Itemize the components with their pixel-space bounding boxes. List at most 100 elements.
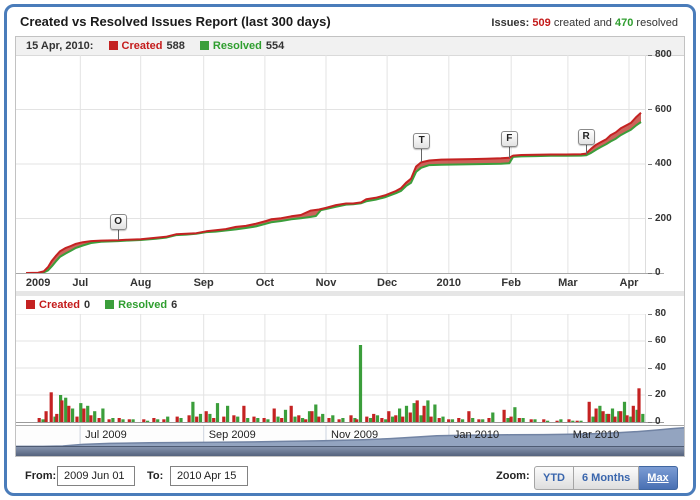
resolved-bar xyxy=(359,345,362,422)
resolved-bar xyxy=(314,405,317,423)
resolved-bar xyxy=(284,410,287,422)
backlog-fill-area xyxy=(26,113,641,273)
created-bar xyxy=(467,411,470,422)
resolved-bar xyxy=(433,405,436,423)
flag-marker-r[interactable]: R xyxy=(578,129,595,145)
daily-chart-legend: Created0 Resolved6 xyxy=(16,296,684,314)
legend2-resolved-label: Resolved xyxy=(118,299,167,311)
created-bar xyxy=(188,415,191,422)
from-date-input[interactable] xyxy=(57,466,135,486)
timeline-navigator[interactable]: Jul 2009Sep 2009Nov 2009Jan 2010Mar 2010 xyxy=(16,425,684,456)
zoom-button-group: YTD 6 Months Max xyxy=(534,466,678,488)
created-bar xyxy=(602,411,605,422)
x-axis-label: Mar xyxy=(558,277,578,289)
resolved-bar xyxy=(426,400,429,422)
y-axis-tick xyxy=(648,368,652,369)
cumulative-chart-plot[interactable]: O T F R xyxy=(16,55,646,273)
legend-created-label: Created xyxy=(122,40,163,52)
x-axis-label: Aug xyxy=(130,277,151,289)
resolved-bar xyxy=(419,415,422,422)
created-bar xyxy=(45,411,48,422)
y-axis-tick xyxy=(648,164,652,165)
legend-created-value: 588 xyxy=(167,40,185,52)
legend2-resolved-value: 6 xyxy=(171,299,177,311)
x-axis-label: Jul xyxy=(72,277,88,289)
resolved-bar xyxy=(71,409,74,423)
resolved-bar xyxy=(376,415,379,422)
created-bar xyxy=(310,411,313,422)
flag-marker-f[interactable]: F xyxy=(501,131,518,147)
zoom-label: Zoom: xyxy=(496,470,530,482)
resolved-bar xyxy=(64,398,67,422)
y-axis-label: 400 xyxy=(655,158,672,169)
flag-marker-o[interactable]: O xyxy=(110,214,127,230)
flag-stem xyxy=(118,230,119,240)
y-axis-tick xyxy=(648,395,652,396)
legend-resolved-label: Resolved xyxy=(213,40,262,52)
created-bar xyxy=(372,414,375,422)
resolved-bar xyxy=(641,414,644,422)
created-bar xyxy=(60,400,63,422)
zoom-max-button[interactable]: Max xyxy=(639,466,677,490)
created-bar xyxy=(205,411,208,422)
created-bar xyxy=(619,411,622,422)
legend2-created-label: Created xyxy=(39,299,80,311)
legend-resolved-value: 554 xyxy=(266,40,284,52)
issues-summary-suffix: resolved xyxy=(636,17,678,29)
y-axis-tick xyxy=(648,55,652,56)
created-bar xyxy=(349,415,352,422)
created-bar xyxy=(387,411,390,422)
y-axis-tick xyxy=(648,341,652,342)
created-bar xyxy=(55,414,58,422)
created-bar xyxy=(409,413,412,423)
navigator-scrollbar[interactable] xyxy=(16,446,684,456)
y-axis-label: 600 xyxy=(655,104,672,115)
created-swatch-icon xyxy=(109,41,118,50)
resolved-bar xyxy=(101,409,104,423)
created-bar xyxy=(82,409,85,423)
issues-summary: Issues: 509 created and 470 resolved xyxy=(491,17,678,29)
resolved-bar xyxy=(331,415,334,422)
main-chart-legend: 15 Apr, 2010: Created588 Resolved554 xyxy=(16,37,684,56)
created-swatch-icon xyxy=(26,300,35,309)
created-bar xyxy=(625,415,628,422)
resolved-bar xyxy=(321,414,324,422)
flag-marker-t[interactable]: T xyxy=(413,133,430,149)
cumulative-chart-svg[interactable] xyxy=(16,55,646,273)
y-axis-label: 40 xyxy=(655,362,666,373)
y-axis-label: 800 xyxy=(655,49,672,60)
created-bar xyxy=(595,409,598,423)
created-bar xyxy=(50,392,53,422)
resolved-bar xyxy=(513,407,516,422)
created-bar xyxy=(423,406,426,422)
resolved-bar xyxy=(199,414,202,422)
resolved-bar xyxy=(598,406,601,422)
zoom-6months-button[interactable]: 6 Months xyxy=(574,466,639,490)
resolved-bar xyxy=(405,406,408,422)
x-axis-label: Oct xyxy=(256,277,274,289)
zoom-ytd-button[interactable]: YTD xyxy=(534,466,574,490)
x-axis-label: 2010 xyxy=(437,277,461,289)
daily-chart-axis-line xyxy=(16,422,664,423)
flag-stem xyxy=(509,147,510,158)
cumulative-chart-x-axis: 2009JulAugSepOctNovDec2010FebMarApr xyxy=(16,273,664,292)
resolved-bar xyxy=(398,409,401,423)
navigator-label: Nov 2009 xyxy=(331,429,378,441)
resolved-swatch-icon xyxy=(200,41,209,50)
issues-resolved-count: 470 xyxy=(615,17,633,29)
x-axis-label: Feb xyxy=(501,277,521,289)
created-bar xyxy=(503,410,506,422)
resolved-bar xyxy=(208,414,211,422)
created-bar xyxy=(416,400,419,422)
daily-chart-svg[interactable] xyxy=(16,314,646,422)
resolved-bar xyxy=(79,403,82,422)
resolved-bar xyxy=(216,403,219,422)
resolved-bar xyxy=(191,402,194,422)
to-date-input[interactable] xyxy=(170,466,248,486)
created-bar xyxy=(607,414,610,422)
resolved-bar xyxy=(93,411,96,422)
resolved-bar xyxy=(86,406,89,422)
daily-chart-plot[interactable] xyxy=(16,314,646,422)
y-axis-tick xyxy=(648,273,652,274)
y-axis-tick xyxy=(648,422,652,423)
